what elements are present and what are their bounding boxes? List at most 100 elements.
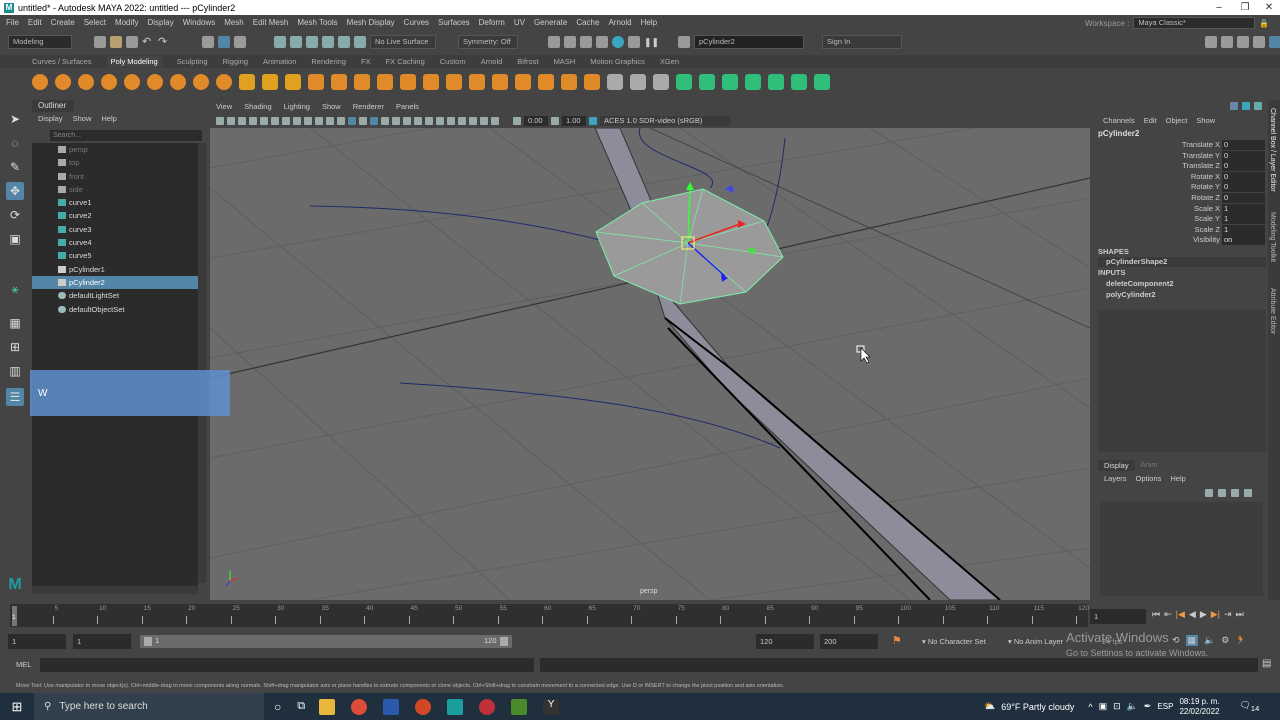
shelf-tab-motion-graphics[interactable]: Motion Graphics bbox=[590, 57, 645, 66]
shelf-tab-animation[interactable]: Animation bbox=[263, 57, 296, 66]
channel-label[interactable]: Visibility bbox=[1193, 235, 1220, 244]
render-settings-icon[interactable] bbox=[596, 36, 608, 48]
make-live-icon[interactable] bbox=[354, 36, 366, 48]
channel-box-edit-icon[interactable] bbox=[1254, 102, 1262, 110]
xray-icon[interactable] bbox=[447, 116, 455, 125]
channel-translate-x[interactable]: Translate X0 bbox=[1095, 140, 1265, 151]
playback-start-field[interactable]: 1 bbox=[73, 634, 131, 649]
snap-point-icon[interactable] bbox=[306, 36, 318, 48]
field-chart-icon[interactable] bbox=[304, 116, 312, 125]
auto-key-icon[interactable]: ⚑ bbox=[892, 634, 902, 647]
gate-mask-icon[interactable] bbox=[293, 116, 301, 125]
time-slider[interactable]: 1 5 10 15 20 25 30 35 40 45 50 55 60 65 70 75 80 85 90 95 1… bbox=[0, 604, 1280, 628]
outliner-layout-icon[interactable]: ☰ bbox=[6, 388, 24, 406]
motion-blur-icon[interactable] bbox=[414, 116, 422, 125]
weather-text[interactable]: 69°F Partly cloudy bbox=[1001, 702, 1074, 712]
shelf-combine-icon[interactable] bbox=[308, 74, 324, 90]
outliner-vertical-scrollbar[interactable] bbox=[198, 143, 206, 583]
network-icon[interactable]: ⊡ bbox=[1113, 701, 1121, 712]
hud-icon[interactable] bbox=[491, 116, 499, 125]
menu-surfaces[interactable]: Surfaces bbox=[438, 18, 470, 27]
shelf-fill-hole-icon[interactable] bbox=[492, 74, 508, 90]
maya-taskbar-icon[interactable] bbox=[447, 698, 464, 715]
gamma-icon[interactable] bbox=[551, 116, 559, 125]
side-tab-modeling-toolkit[interactable]: Modeling Toolkit bbox=[1269, 212, 1276, 262]
human-ik-icon[interactable] bbox=[1221, 36, 1233, 48]
film-gate-icon[interactable] bbox=[271, 116, 279, 125]
image-plane-icon[interactable] bbox=[249, 116, 257, 125]
shelf-freeze-transform-icon[interactable] bbox=[630, 74, 646, 90]
live-surface-field[interactable]: No Live Surface bbox=[370, 35, 436, 49]
shelf-multi-cut-icon[interactable] bbox=[538, 74, 554, 90]
menu-mesh-display[interactable]: Mesh Display bbox=[347, 18, 395, 27]
shelf-uv-layout-icon[interactable] bbox=[722, 74, 738, 90]
shelf-cone-icon[interactable] bbox=[101, 74, 117, 90]
default-material-icon[interactable] bbox=[359, 116, 367, 125]
shelf-target-weld-icon[interactable] bbox=[561, 74, 577, 90]
hypershade-icon[interactable] bbox=[612, 36, 624, 48]
bookmark-icon[interactable] bbox=[238, 116, 246, 125]
menu-mesh[interactable]: Mesh bbox=[224, 18, 244, 27]
channel-label[interactable]: Translate Y bbox=[1182, 151, 1220, 160]
attribute-editor-icon[interactable] bbox=[1237, 36, 1249, 48]
channel-value[interactable]: 1 bbox=[1222, 224, 1265, 235]
shelf-bevel-icon[interactable] bbox=[423, 74, 439, 90]
shelf-soften-icon[interactable] bbox=[791, 74, 807, 90]
backface-icon[interactable] bbox=[469, 116, 477, 125]
arnold-render-icon[interactable] bbox=[628, 36, 640, 48]
persp-outliner-layout-icon[interactable]: ▥ bbox=[6, 362, 24, 380]
shelf-append-icon[interactable] bbox=[515, 74, 531, 90]
layer-menu-options[interactable]: Options bbox=[1136, 474, 1162, 483]
mel-label[interactable]: MEL bbox=[16, 660, 31, 669]
ipr-render-icon[interactable] bbox=[580, 36, 592, 48]
menu-curves[interactable]: Curves bbox=[404, 18, 429, 27]
outliner-horizontal-scrollbar[interactable] bbox=[32, 586, 198, 594]
anim-layer-dropdown[interactable]: ▾ No Anim Layer bbox=[1008, 637, 1063, 646]
shelf-center-pivot-icon[interactable] bbox=[607, 74, 623, 90]
paint-select-tool-icon[interactable]: ✎ bbox=[6, 158, 24, 176]
character-icon[interactable]: 🏃 bbox=[1235, 635, 1246, 646]
ambient-occlusion-icon[interactable] bbox=[403, 116, 411, 125]
shelf-uv-editor-icon[interactable] bbox=[676, 74, 692, 90]
shelf-torus-icon[interactable] bbox=[124, 74, 140, 90]
clock[interactable]: 08:19 p. m. 22/02/2022 bbox=[1179, 697, 1219, 717]
pause-icon[interactable]: ❚❚ bbox=[644, 36, 659, 48]
tool-settings-icon[interactable] bbox=[1253, 36, 1265, 48]
viewport-menu-panels[interactable]: Panels bbox=[396, 102, 419, 111]
menu-mesh-tools[interactable]: Mesh Tools bbox=[297, 18, 337, 27]
shelf-tab-mash[interactable]: MASH bbox=[554, 57, 576, 66]
shelf-tab-xgen[interactable]: XGen bbox=[660, 57, 679, 66]
move-tool-icon[interactable]: ✥ bbox=[6, 182, 24, 200]
snap-projected-icon[interactable] bbox=[322, 36, 334, 48]
channel-label[interactable]: Rotate X bbox=[1191, 172, 1220, 181]
channel-value[interactable]: 0 bbox=[1222, 182, 1265, 193]
anti-alias-icon[interactable] bbox=[425, 116, 433, 125]
outliner-tab[interactable]: Outliner bbox=[32, 100, 74, 112]
snap-view-plane-icon[interactable] bbox=[338, 36, 350, 48]
cortana-icon[interactable]: ○ bbox=[274, 700, 281, 714]
shelf-tab-sculpting[interactable]: Sculpting bbox=[177, 57, 208, 66]
new-empty-layer-icon[interactable] bbox=[1231, 489, 1239, 497]
channel-translate-z[interactable]: Translate Z0 bbox=[1095, 161, 1265, 172]
symmetry-dropdown[interactable]: Symmetry: Off bbox=[458, 35, 518, 49]
channel-rotate-y[interactable]: Rotate Y0 bbox=[1095, 182, 1265, 193]
exposure-field[interactable]: 0.00 bbox=[524, 115, 548, 126]
menu-uv[interactable]: UV bbox=[514, 18, 525, 27]
resolution-gate-icon[interactable] bbox=[282, 116, 290, 125]
render-current-icon[interactable] bbox=[564, 36, 576, 48]
menu-cache[interactable]: Cache bbox=[576, 18, 599, 27]
time-slider-track[interactable]: 1 5 10 15 20 25 30 35 40 45 50 55 60 65 70 75 80 85 90 95 1… bbox=[10, 604, 1089, 627]
menu-generate[interactable]: Generate bbox=[534, 18, 567, 27]
chrome-icon[interactable] bbox=[351, 698, 368, 715]
shelf-disc-icon[interactable] bbox=[170, 74, 186, 90]
channel-label[interactable]: Rotate Y bbox=[1191, 182, 1220, 191]
shape-node[interactable]: pCylinderShape2 bbox=[1098, 257, 1266, 267]
channel-scale-y[interactable]: Scale Y1 bbox=[1095, 214, 1265, 225]
shelf-tab-curves-surfaces[interactable]: Curves / Surfaces bbox=[32, 57, 92, 66]
channel-box-menu-show[interactable]: Show bbox=[1196, 116, 1215, 125]
shelf-harden-icon[interactable] bbox=[814, 74, 830, 90]
save-scene-icon[interactable] bbox=[126, 36, 138, 48]
layer-move-down-icon[interactable] bbox=[1218, 489, 1226, 497]
new-scene-icon[interactable] bbox=[94, 36, 106, 48]
substance-icon[interactable] bbox=[479, 698, 496, 715]
